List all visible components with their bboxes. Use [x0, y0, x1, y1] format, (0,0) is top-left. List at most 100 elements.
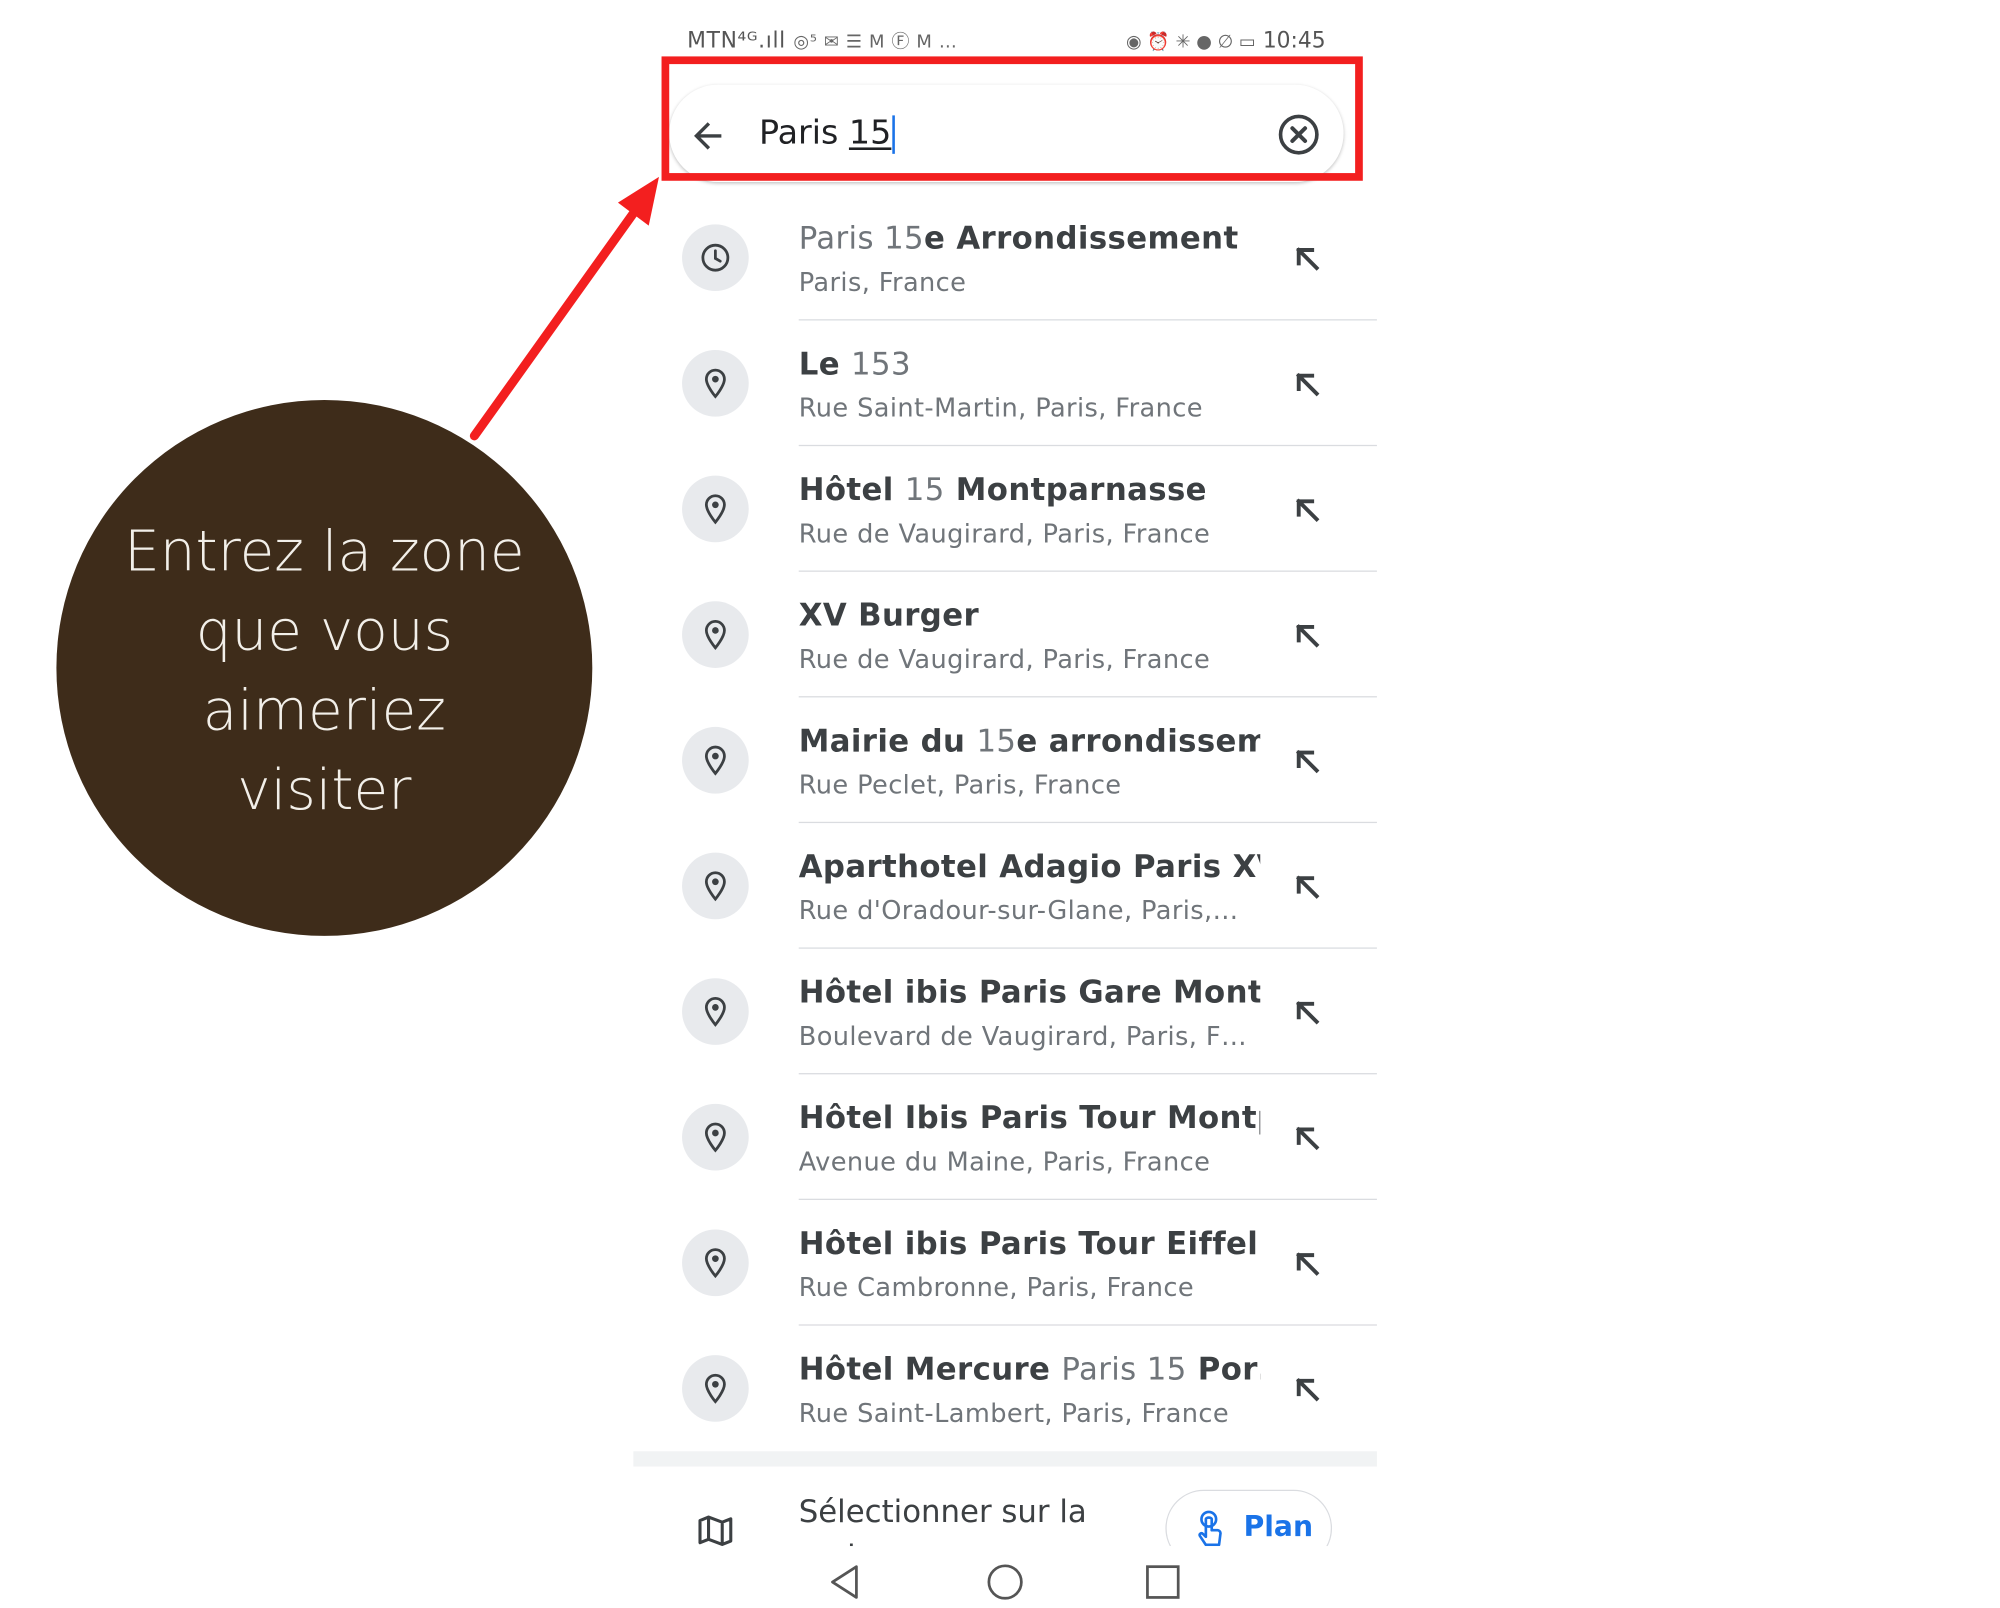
suggestion-row[interactable]: Paris 15e Arrondissement Paris, France: [633, 195, 1377, 321]
place-icon: [704, 996, 726, 1027]
suggestion-title-part: Hôtel: [798, 471, 905, 508]
suggestion-title-part: 153: [851, 346, 911, 383]
suggestion-title-part: Mairie du: [798, 723, 977, 759]
scene: MTN⁴ᴳ.ıll ◎⁵ ✉ ☰ M Ⓕ M … ◉ ⏰ ✳ ● ∅ ▭ 10:…: [0, 0, 2000, 1608]
suggestion-title-part: Hôtel ibis Paris Gare Montp…: [798, 974, 1261, 1011]
fill-query-arrow-icon[interactable]: [1290, 995, 1326, 1031]
suggestion-list: Paris 15e Arrondissement Paris, France Le …: [633, 195, 1377, 1451]
suggestion-title: Hôtel ibis Paris Tour Eiffel…: [799, 1226, 1261, 1262]
suggestion-title-part: Hôtel ibis Paris Tour Eiffel…: [798, 1225, 1261, 1262]
suggestion-row[interactable]: Mairie du 15e arrondissem… Rue Peclet, Pa…: [633, 697, 1377, 824]
place-icon-circle: [682, 978, 749, 1045]
fill-query-arrow-icon[interactable]: [1290, 367, 1326, 403]
place-icon: [704, 1248, 726, 1279]
suggestion-subtitle: Rue de Vaugirard, Paris, France: [798, 517, 1211, 549]
fill-query-arrow-icon[interactable]: [1290, 618, 1326, 654]
suggestion-title: XV Burger: [799, 597, 1261, 633]
touch-icon: [1198, 1510, 1222, 1547]
place-icon: [704, 494, 726, 525]
suggestion-row[interactable]: Aparthotel Adagio Paris XV Rue d'Oradour-…: [633, 823, 1377, 949]
suggestion-subtitle: Paris, France: [798, 266, 967, 298]
place-icon: [704, 871, 726, 902]
status-carrier: MTN⁴ᴳ.ıll ◎⁵ ✉ ☰ M Ⓕ M …: [687, 28, 957, 54]
select-on-map-label[interactable]: Sélectionner sur la carte: [799, 1490, 1107, 1547]
suggestion-title: Aparthotel Adagio Paris XV: [799, 849, 1261, 885]
nav-recents-icon[interactable]: [1142, 1562, 1183, 1603]
callout-text: Entrez la zone que vous aimeriez visiter: [124, 519, 525, 824]
suggestion-title: Mairie du 15e arrondissem…: [799, 723, 1261, 759]
suggestion-title: Hôtel Mercure Paris 15 Por…: [799, 1351, 1261, 1387]
fill-query-arrow-icon[interactable]: [1290, 492, 1326, 528]
place-icon: [704, 620, 726, 650]
place-icon: [704, 1373, 726, 1404]
suggestion-title: Hôtel 15 Montparnasse: [799, 472, 1261, 508]
nav-back-icon[interactable]: [826, 1562, 867, 1603]
suggestion-title-part: Paris 15: [1061, 1351, 1187, 1388]
suggestion-subtitle: Rue Saint-Martin, Paris, France: [798, 392, 1203, 424]
suggestion-title-part: Le: [798, 346, 852, 383]
suggestion-subtitle: Rue d'Oradour-sur-Glane, Paris,…: [798, 894, 1239, 926]
place-icon-circle: [682, 852, 749, 920]
nav-home-icon[interactable]: [985, 1562, 1026, 1603]
suggestion-title-part: e arrondissem…: [1016, 723, 1260, 759]
status-time: 10:45: [1262, 28, 1326, 54]
callout-circle: Entrez la zone que vous aimeriez visiter: [56, 399, 593, 936]
place-icon: [704, 1122, 726, 1153]
suggestion-row[interactable]: Hôtel ibis Paris Gare Montp… Boulevard de…: [633, 949, 1377, 1075]
fill-query-arrow-icon[interactable]: [1290, 241, 1326, 277]
suggestion-title-part: Aparthotel Adagio Paris XV: [798, 848, 1261, 885]
suggestion-title-part: Por…: [1197, 1351, 1260, 1388]
suggestion-title-part: 15: [904, 471, 945, 508]
suggestion-title-part: Hôtel Ibis Paris Tour Montp…: [798, 1099, 1261, 1136]
suggestion-subtitle: Boulevard de Vaugirard, Paris, F…: [798, 1020, 1248, 1052]
suggestion-title-part: Montparnasse: [944, 471, 1207, 508]
android-nav-bar: [633, 1546, 1377, 1608]
status-notification-icons: ◎⁵ ✉ ☰ M Ⓕ M …: [793, 32, 958, 53]
suggestion-row[interactable]: Hôtel ibis Paris Tour Eiffel… Rue Cambron…: [633, 1200, 1377, 1326]
search-highlight-box: [661, 56, 1363, 181]
map-icon: [698, 1515, 733, 1546]
suggestion-title-part: XV Burger: [798, 597, 980, 634]
status-bar: MTN⁴ᴳ.ıll ◎⁵ ✉ ☰ M Ⓕ M … ◉ ⏰ ✳ ● ∅ ▭ 10:…: [633, 28, 1377, 59]
suggestion-title-part: e Arrondissement: [923, 220, 1239, 257]
suggestion-title: Hôtel ibis Paris Gare Montp…: [799, 974, 1261, 1010]
status-right: ◉ ⏰ ✳ ● ∅ ▭ 10:45: [1126, 28, 1326, 54]
place-icon-circle: [682, 1355, 749, 1422]
place-icon-circle: [682, 349, 749, 417]
suggestion-row[interactable]: Hôtel 15 Montparnasse Rue de Vaugirard, P…: [633, 446, 1377, 572]
fill-query-arrow-icon[interactable]: [1290, 1246, 1326, 1282]
history-icon: [701, 243, 730, 272]
suggestion-title: Paris 15e Arrondissement: [799, 221, 1261, 257]
fill-query-arrow-icon[interactable]: [1290, 1121, 1326, 1157]
suggestion-subtitle: Rue de Vaugirard, Paris, France: [798, 643, 1211, 675]
suggestion-subtitle: Rue Peclet, Paris, France: [798, 769, 1122, 800]
suggestion-title: Le 153: [799, 346, 1261, 382]
history-icon-circle: [682, 224, 749, 292]
fill-query-arrow-icon[interactable]: [1290, 1372, 1326, 1408]
suggestion-row[interactable]: Le 153 Rue Saint-Martin, Paris, France: [633, 321, 1377, 447]
suggestion-row[interactable]: Hôtel Mercure Paris 15 Por… Rue Saint-Lam…: [633, 1326, 1377, 1452]
suggestion-subtitle: Rue Saint-Lambert, Paris, France: [798, 1397, 1230, 1429]
place-icon-circle: [682, 1103, 749, 1171]
status-system-icons: ◉ ⏰ ✳ ● ∅ ▭: [1126, 32, 1256, 53]
suggestion-row[interactable]: XV Burger Rue de Vaugirard, Paris, France: [633, 572, 1377, 698]
suggestion-title-part: 15: [976, 723, 1017, 759]
fill-query-arrow-icon[interactable]: [1290, 869, 1326, 905]
place-icon-circle: [682, 1229, 749, 1297]
status-carrier-text: MTN⁴ᴳ.ıll: [687, 28, 786, 54]
plan-button-label: Plan: [1243, 1511, 1314, 1544]
suggestion-subtitle: Avenue du Maine, Paris, France: [798, 1146, 1211, 1177]
place-icon: [704, 368, 726, 399]
phone-screen: MTN⁴ᴳ.ıll ◎⁵ ✉ ☰ M Ⓕ M … ◉ ⏰ ✳ ● ∅ ▭ 10:…: [633, 0, 1377, 1608]
suggestion-row[interactable]: Hôtel Ibis Paris Tour Montp… Avenue du Ma…: [633, 1074, 1377, 1200]
bottom-bar: Sélectionner sur la carte Plan: [633, 1466, 1377, 1547]
place-icon: [704, 745, 726, 776]
place-icon-circle: [682, 726, 749, 794]
suggestion-title: Hôtel Ibis Paris Tour Montp…: [799, 1100, 1261, 1136]
plan-button[interactable]: Plan: [1165, 1489, 1333, 1547]
suggestion-title-part: Paris 15: [798, 220, 924, 257]
suggestion-subtitle: Rue Cambronne, Paris, France: [798, 1271, 1195, 1303]
place-icon-circle: [682, 475, 749, 543]
fill-query-arrow-icon[interactable]: [1290, 744, 1326, 780]
place-icon-circle: [682, 601, 749, 668]
